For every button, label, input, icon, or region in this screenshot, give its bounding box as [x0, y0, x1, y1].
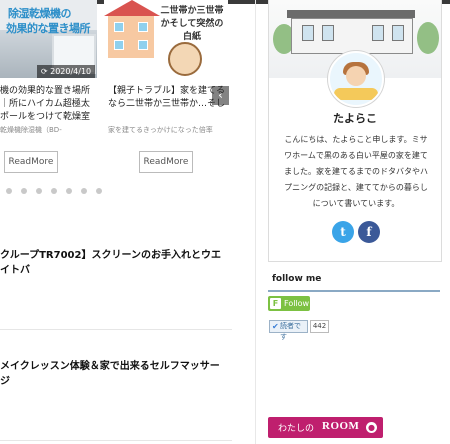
house-roof	[104, 0, 160, 16]
follow-button[interactable]: F Follow	[268, 296, 310, 311]
house-illustration	[108, 14, 154, 58]
room-circle-icon: ●	[366, 422, 377, 433]
follow-section-rule	[268, 290, 440, 292]
card1-excerpt: 乾燥機除湿機（BD-	[0, 126, 62, 134]
house-illustration	[291, 18, 413, 54]
card1-image-caption-line2: 効果的な置き場所	[6, 22, 91, 35]
house-window	[138, 40, 148, 50]
profile-card: たよらこ こんにちは、たよらこと申します。ミサワホームで黒のある白い平屋の家を建…	[268, 0, 442, 262]
card2-readmore-button[interactable]: ReadMore	[139, 151, 193, 173]
profile-name: たよらこ	[333, 112, 377, 125]
house-window	[114, 22, 124, 32]
profile-bio: こんにちは、たよらこと申します。ミサワホームで黒のある白い平屋の家を建てました。…	[284, 135, 428, 208]
card1-title[interactable]: 機の効果的な置き場所｜所にハイカム超極太ポールをつけて乾燥室に	[0, 85, 97, 125]
card2-excerpt: 家を建てるきっかけになった倍率	[108, 126, 213, 134]
house-window	[138, 22, 148, 32]
feedly-icon: F	[270, 298, 281, 309]
twitter-icon[interactable]: t	[332, 221, 354, 243]
refresh-icon: ⟳	[40, 67, 51, 76]
room-banner-prefix: わたしの	[278, 424, 315, 434]
pagination-dot[interactable]	[51, 188, 57, 194]
post-divider	[0, 440, 232, 441]
tree-illustration	[417, 22, 439, 54]
house-window	[392, 25, 404, 41]
room-banner[interactable]: わたしの ROOM ●	[268, 417, 383, 438]
facebook-icon[interactable]: f	[358, 221, 380, 243]
follow-button-label: Follow	[284, 299, 310, 308]
check-icon: ✔	[272, 322, 279, 331]
house-window	[372, 25, 384, 41]
avatar[interactable]	[328, 51, 384, 107]
pagination-dot[interactable]	[96, 188, 102, 194]
pagination-dot[interactable]	[81, 188, 87, 194]
pagination-dot[interactable]	[36, 188, 42, 194]
reader-button-label: 読者です	[280, 322, 301, 341]
reader-button[interactable]: ✔ 読者です	[269, 320, 308, 341]
pagination-dot[interactable]	[6, 188, 12, 194]
carousel-pagination	[6, 188, 116, 196]
card1-date: 2020/4/10	[50, 67, 92, 76]
room-banner-brand: ROOM	[322, 420, 360, 432]
card2-title[interactable]: 【親子トラブル】家を建てるなら二世帯か三世帯か…そして突然の白紙	[108, 85, 226, 111]
house-roof	[287, 10, 415, 18]
follow-section-title: follow me	[272, 274, 322, 284]
post-divider	[0, 329, 232, 330]
post-title[interactable]: クループTR7002】スクリーンのお手入れとウエイトバ	[0, 248, 228, 278]
card1-date-badge: ⟳ 2020/4/10	[37, 65, 95, 78]
column-divider	[255, 0, 256, 444]
house-window	[322, 25, 334, 41]
pagination-dot[interactable]	[66, 188, 72, 194]
card1-image-caption-line1: 除湿乾燥機の	[8, 7, 72, 20]
card1-readmore-button[interactable]: ReadMore	[4, 151, 58, 173]
avatar-flowers	[334, 88, 378, 100]
girl-illustration	[168, 42, 202, 76]
pagination-dot[interactable]	[21, 188, 27, 194]
house-window	[114, 40, 124, 50]
card2-image-caption: 二世帯か三世帯かそして突然の白紙	[160, 6, 224, 42]
post-title[interactable]: メイクレッスン体験＆家で出来るセルフマッサージ	[0, 359, 228, 387]
reader-count: 442	[310, 320, 329, 333]
house-window	[302, 25, 314, 41]
card2-thumbnail[interactable]: 二世帯か三世帯かそして突然の白紙	[104, 0, 228, 78]
avatar-face	[346, 66, 366, 86]
